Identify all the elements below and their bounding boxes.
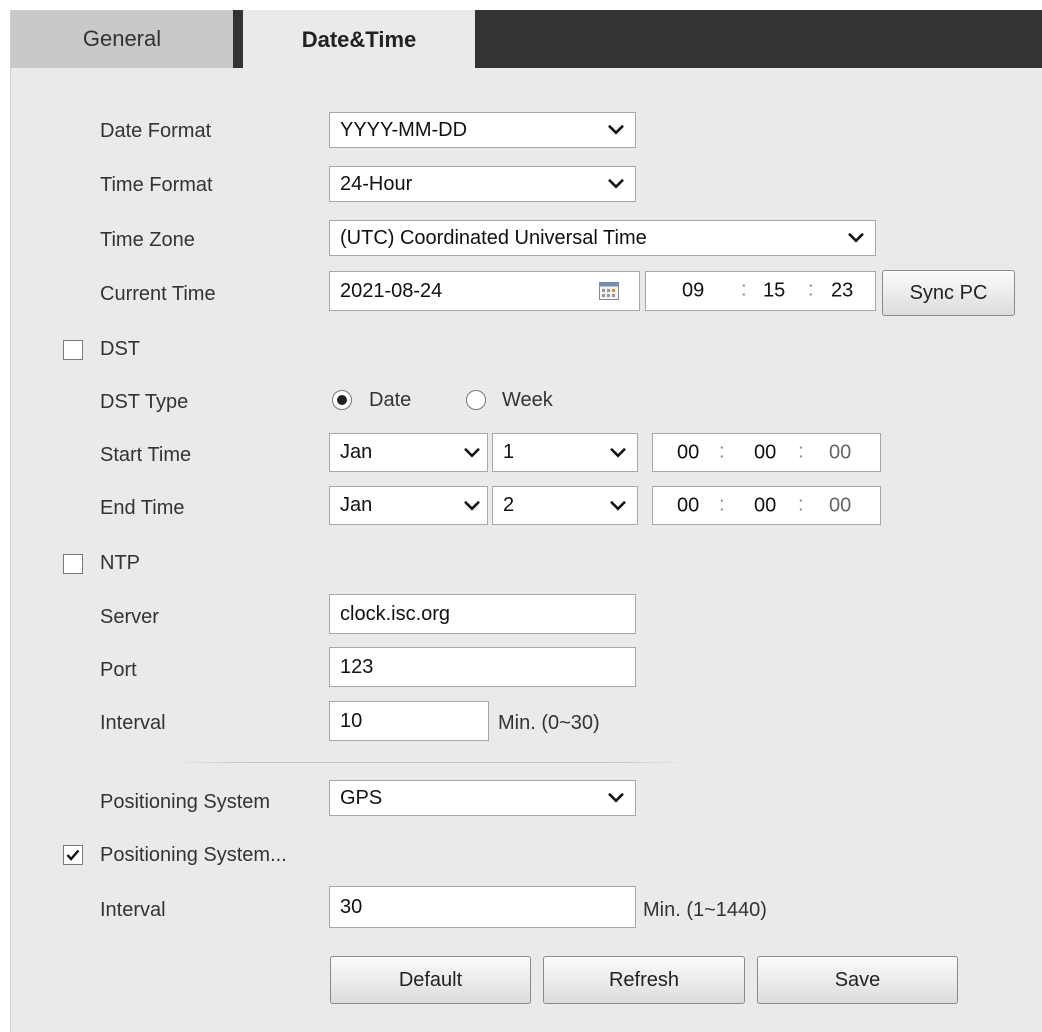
end-time-label: End Time (100, 497, 185, 519)
time-separator: : (798, 492, 804, 515)
end-time-second[interactable]: 00 (829, 494, 851, 517)
positioning-interval-value: 30 (340, 895, 363, 918)
tab-date-time[interactable]: Date&Time (243, 10, 475, 70)
end-day-select[interactable]: 2 (492, 486, 638, 525)
dst-type-date-radio[interactable] (332, 390, 352, 410)
end-time-hour[interactable]: 00 (677, 494, 699, 517)
ntp-checkbox[interactable] (63, 554, 83, 574)
positioning-interval-input[interactable]: 30 (329, 886, 636, 928)
tab-bar: General Date&Time (11, 10, 1042, 70)
radio-selected-dot (337, 395, 347, 405)
ntp-interval-label: Interval (100, 712, 166, 734)
current-date-input[interactable]: 2021-08-24 (329, 271, 640, 311)
end-month-value: Jan (340, 494, 373, 516)
port-value: 123 (340, 655, 374, 678)
default-button[interactable]: Default (330, 956, 531, 1004)
port-input[interactable]: 123 (329, 647, 636, 687)
chevron-down-icon (607, 178, 625, 190)
dst-type-label: DST Type (100, 391, 189, 413)
time-zone-value: (UTC) Coordinated Universal Time (340, 226, 647, 249)
time-format-value: 24-Hour (340, 172, 413, 195)
start-month-select[interactable]: Jan (329, 433, 488, 472)
current-time-second[interactable]: 23 (831, 280, 853, 303)
checkmark-icon (66, 849, 80, 861)
tab-general[interactable]: General (11, 10, 233, 68)
positioning-enable-label: Positioning System... (100, 844, 287, 866)
section-divider (170, 762, 690, 763)
calendar-icon[interactable] (599, 282, 619, 300)
start-day-value: 1 (503, 441, 515, 463)
port-label: Port (100, 659, 137, 681)
save-button[interactable]: Save (757, 956, 958, 1004)
server-input[interactable]: clock.isc.org (329, 594, 636, 634)
positioning-interval-label: Interval (100, 899, 166, 921)
time-separator: : (719, 492, 725, 515)
sync-pc-button[interactable]: Sync PC (882, 270, 1015, 316)
chevron-down-icon (847, 232, 865, 244)
current-time-input[interactable]: 09 : 15 : 23 (645, 271, 876, 311)
dst-type-week-label: Week (502, 389, 553, 411)
chevron-down-icon (609, 446, 627, 458)
current-time-hour[interactable]: 09 (682, 280, 704, 303)
current-date-value: 2021-08-24 (340, 279, 443, 302)
end-time-minute[interactable]: 00 (754, 494, 776, 517)
chevron-down-icon (463, 499, 481, 511)
start-time-second[interactable]: 00 (829, 441, 851, 464)
dst-checkbox[interactable] (63, 340, 83, 360)
server-value: clock.isc.org (340, 602, 451, 625)
time-separator: : (798, 439, 804, 462)
date-format-value: YYYY-MM-DD (340, 118, 468, 141)
positioning-interval-unit: Min. (1~1440) (643, 899, 767, 921)
server-label: Server (100, 606, 159, 628)
time-separator: : (741, 278, 747, 301)
refresh-button[interactable]: Refresh (543, 956, 745, 1004)
start-day-select[interactable]: 1 (492, 433, 638, 472)
start-time-input[interactable]: 00 : 00 : 00 (652, 433, 881, 472)
start-month-value: Jan (340, 441, 373, 463)
dst-type-date-label: Date (369, 389, 412, 411)
positioning-enable-checkbox[interactable] (63, 845, 83, 865)
start-time-label: Start Time (100, 444, 192, 466)
time-format-select[interactable]: 24-Hour (329, 166, 636, 202)
current-time-minute[interactable]: 15 (763, 280, 785, 303)
dst-label: DST (100, 338, 140, 360)
start-time-hour[interactable]: 00 (677, 441, 699, 464)
time-zone-select[interactable]: (UTC) Coordinated Universal Time (329, 220, 876, 256)
time-format-label: Time Format (100, 174, 213, 196)
time-separator: : (808, 278, 814, 301)
end-month-select[interactable]: Jan (329, 486, 488, 525)
chevron-down-icon (607, 124, 625, 136)
chevron-down-icon (609, 499, 627, 511)
time-zone-label: Time Zone (100, 229, 195, 251)
positioning-system-select[interactable]: GPS (329, 780, 636, 816)
start-time-minute[interactable]: 00 (754, 441, 776, 464)
end-time-input[interactable]: 00 : 00 : 00 (652, 486, 881, 525)
current-time-label: Current Time (100, 283, 216, 305)
chevron-down-icon (463, 446, 481, 458)
date-format-label: Date Format (100, 120, 212, 142)
time-separator: : (719, 439, 725, 462)
positioning-system-value: GPS (340, 786, 383, 809)
ntp-interval-input[interactable]: 10 (329, 701, 489, 741)
end-day-value: 2 (503, 494, 515, 516)
ntp-interval-unit: Min. (0~30) (498, 712, 600, 734)
ntp-label: NTP (100, 552, 140, 574)
positioning-system-label: Positioning System (100, 791, 271, 813)
ntp-interval-value: 10 (340, 709, 363, 732)
dst-type-week-radio[interactable] (466, 390, 486, 410)
chevron-down-icon (607, 792, 625, 804)
date-format-select[interactable]: YYYY-MM-DD (329, 112, 636, 148)
